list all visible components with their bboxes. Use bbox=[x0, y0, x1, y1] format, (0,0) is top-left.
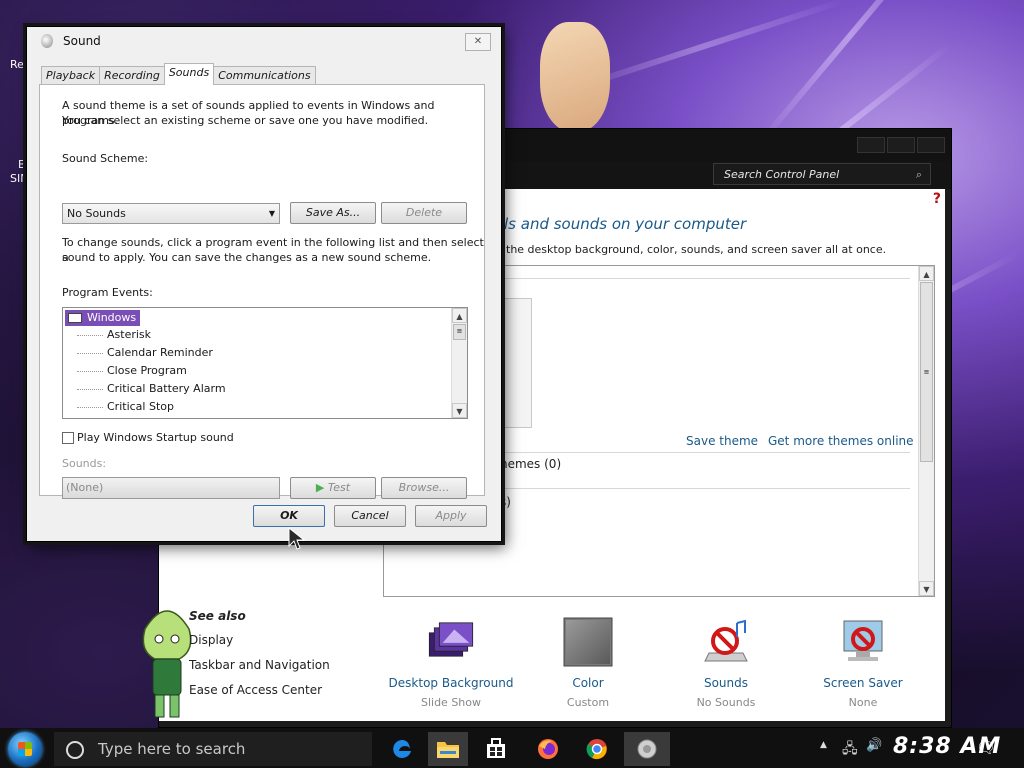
sounds-item[interactable]: Sounds No Sounds bbox=[656, 617, 796, 709]
list-item[interactable]: Critical Stop bbox=[77, 399, 174, 415]
maximize-button[interactable] bbox=[887, 137, 915, 153]
themes-scrollbar[interactable]: ▲ ≡ ▼ bbox=[918, 266, 934, 596]
dialog-tabs: Playback Recording Sounds Communications bbox=[41, 63, 316, 85]
list-item[interactable]: Close Program bbox=[77, 363, 187, 379]
screen-saver-item[interactable]: Screen Saver None bbox=[793, 617, 933, 709]
sound-app-icon[interactable] bbox=[624, 732, 670, 766]
dialog-title: Sound bbox=[63, 34, 101, 48]
screen-saver-sub: None bbox=[848, 696, 878, 709]
change-sounds-text-line2: sound to apply. You can save the changes… bbox=[62, 251, 432, 264]
taskbar-clock[interactable]: 8:38 AM bbox=[893, 734, 1001, 759]
help-icon[interactable]: ? bbox=[933, 191, 941, 207]
color-sub: Custom bbox=[566, 696, 610, 709]
scroll-down-arrow-icon[interactable]: ▼ bbox=[919, 581, 934, 596]
startup-sound-label: Play Windows Startup sound bbox=[77, 431, 234, 444]
see-also-ease-of-access-link[interactable]: Ease of Access Center bbox=[189, 683, 322, 697]
desktop-icon-label[interactable]: Re bbox=[10, 58, 24, 71]
page-subtitle: the desktop background, color, sounds, a… bbox=[506, 243, 887, 256]
program-events-label: Program Events: bbox=[62, 286, 153, 299]
search-icon: ⌕ bbox=[915, 168, 922, 181]
apply-button[interactable]: Apply bbox=[415, 505, 487, 527]
test-button[interactable]: ▶ Test bbox=[290, 477, 376, 499]
sounds-sub: No Sounds bbox=[696, 696, 756, 709]
taskbar-search-input[interactable]: Type here to search bbox=[54, 732, 372, 766]
save-as-button[interactable]: Save As... bbox=[290, 202, 376, 224]
color-item[interactable]: Color Custom bbox=[518, 617, 658, 709]
sound-scheme-select[interactable]: No Sounds ▼ bbox=[62, 203, 280, 224]
see-also-taskbar-link[interactable]: Taskbar and Navigation bbox=[189, 658, 330, 672]
get-more-themes-link[interactable]: Get more themes online bbox=[768, 434, 914, 448]
program-events-list[interactable]: Windows Asterisk Calendar Reminder Close… bbox=[62, 307, 468, 419]
sounds-label: Sounds: bbox=[62, 457, 107, 470]
delete-button[interactable]: Delete bbox=[381, 202, 467, 224]
minimize-button[interactable] bbox=[857, 137, 885, 153]
wallpaper-character bbox=[540, 22, 610, 132]
desktop-icon-label[interactable]: B bbox=[18, 158, 26, 171]
sound-dialog: Sound ✕ Playback Recording Sounds Commun… bbox=[26, 26, 502, 542]
intro-text-line2: You can select an existing scheme or sav… bbox=[62, 114, 429, 127]
cancel-button[interactable]: Cancel bbox=[334, 505, 406, 527]
scroll-down-arrow-icon[interactable]: ▼ bbox=[452, 403, 467, 418]
taskbar: Type here to search ▲ 🖧 🔊 🗨 8:38 AM bbox=[0, 728, 1024, 768]
close-button[interactable] bbox=[917, 137, 945, 153]
close-button[interactable]: ✕ bbox=[465, 33, 491, 51]
save-theme-link[interactable]: Save theme bbox=[686, 434, 758, 448]
chevron-down-icon: ▼ bbox=[268, 209, 275, 218]
list-item[interactable]: Asterisk bbox=[77, 327, 151, 343]
color-label: Color bbox=[572, 676, 604, 690]
store-icon[interactable] bbox=[476, 732, 516, 766]
color-swatch-icon bbox=[563, 617, 613, 667]
window-icon bbox=[68, 313, 82, 323]
ok-button[interactable]: OK bbox=[253, 505, 325, 527]
dialog-titlebar[interactable]: Sound ✕ bbox=[27, 27, 501, 55]
installed-themes-heading: hemes (0) bbox=[500, 457, 562, 471]
sounds-label: Sounds bbox=[703, 676, 749, 690]
file-explorer-icon[interactable] bbox=[428, 732, 468, 766]
list-item[interactable]: Critical Battery Alarm bbox=[77, 381, 226, 397]
scroll-up-arrow-icon[interactable]: ▲ bbox=[919, 266, 934, 281]
event-group-windows[interactable]: Windows bbox=[65, 310, 141, 326]
scroll-thumb[interactable]: ≡ bbox=[453, 324, 466, 340]
desktop-background-icon bbox=[428, 622, 474, 657]
screen-saver-icon bbox=[843, 620, 883, 661]
scroll-thumb[interactable]: ≡ bbox=[920, 282, 933, 462]
tab-playback[interactable]: Playback bbox=[41, 66, 101, 85]
sounds-muted-icon bbox=[704, 619, 748, 662]
search-control-panel-input[interactable]: Search Control Panel ⌕ bbox=[713, 163, 931, 185]
tab-recording[interactable]: Recording bbox=[99, 66, 165, 85]
desktop-background-sub: Slide Show bbox=[420, 696, 482, 709]
edge-icon[interactable] bbox=[382, 732, 422, 766]
windows-logo-icon bbox=[18, 742, 32, 756]
screen-saver-label: Screen Saver bbox=[823, 676, 903, 690]
volume-icon[interactable]: 🔊 bbox=[866, 738, 882, 753]
speaker-icon bbox=[41, 34, 53, 48]
mouse-cursor-icon bbox=[288, 527, 306, 550]
list-item[interactable]: Calendar Reminder bbox=[77, 345, 213, 361]
scroll-up-arrow-icon[interactable]: ▲ bbox=[452, 308, 467, 323]
chevron-up-icon[interactable]: ▲ bbox=[820, 740, 827, 750]
tab-communications[interactable]: Communications bbox=[213, 66, 316, 85]
desktop-background-label: Desktop Background bbox=[388, 676, 514, 690]
browse-button[interactable]: Browse... bbox=[381, 477, 467, 499]
search-icon bbox=[66, 741, 84, 759]
theme-thumbnail[interactable] bbox=[504, 298, 532, 428]
see-also-heading: See also bbox=[189, 609, 246, 623]
tab-sounds[interactable]: Sounds bbox=[163, 63, 215, 85]
page-title: ls and sounds on your computer bbox=[504, 215, 747, 233]
firefox-icon[interactable] bbox=[528, 732, 568, 766]
start-button[interactable] bbox=[8, 732, 42, 766]
sounds-select[interactable]: (None) bbox=[62, 477, 280, 499]
sounds-tab-pane: A sound theme is a set of sounds applied… bbox=[39, 84, 485, 499]
startup-sound-checkbox[interactable] bbox=[62, 432, 74, 444]
sound-scheme-label: Sound Scheme: bbox=[62, 152, 149, 165]
events-scrollbar[interactable]: ▲ ≡ ▼ bbox=[451, 308, 467, 418]
network-icon[interactable]: 🖧 bbox=[842, 738, 858, 762]
play-icon: ▶ bbox=[315, 481, 325, 494]
chrome-icon[interactable] bbox=[577, 732, 617, 766]
desktop-background-item[interactable]: Desktop Background Slide Show bbox=[381, 617, 521, 709]
see-also-display-link[interactable]: Display bbox=[189, 633, 233, 647]
